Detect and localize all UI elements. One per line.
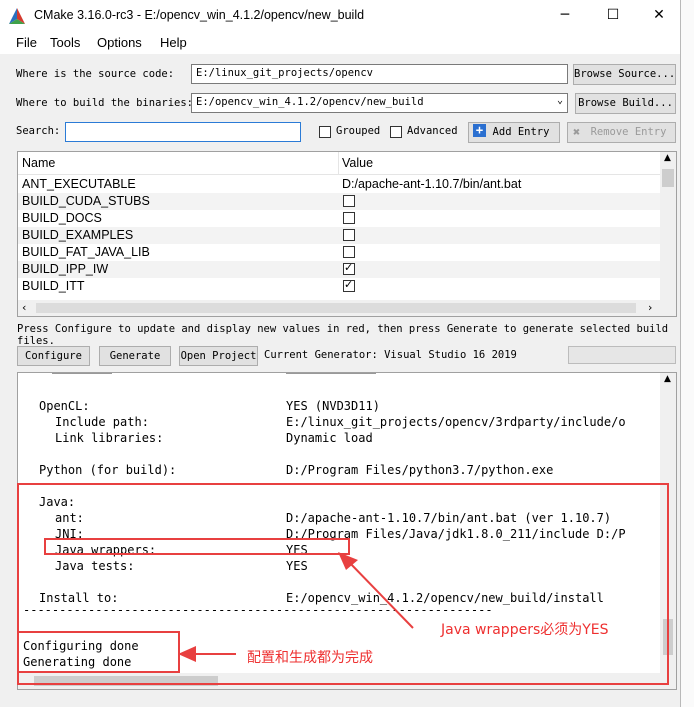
java-wrappers-annotation: Java wrappers必须为YES: [441, 622, 609, 638]
cmake-window: CMake 3.16.0-rc3 - E:/opencv_win_4.1.2/o…: [0, 0, 681, 707]
arrowhead: [178, 646, 196, 662]
background-page-edge: [681, 0, 694, 707]
annotation-arrows: [178, 552, 414, 662]
java-wrappers-arrow: [346, 559, 414, 629]
done-annotation: 配置和生成都为完成: [247, 650, 373, 666]
